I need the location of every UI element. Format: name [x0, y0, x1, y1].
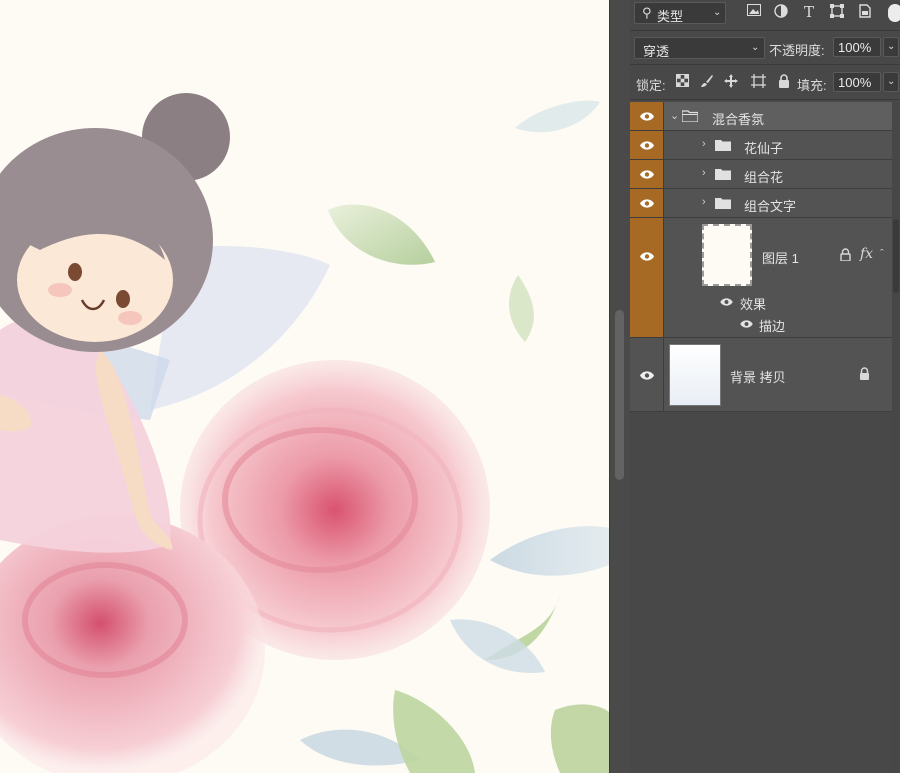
layer-filter-row: ⚲ 类型 ⌄ T: [630, 0, 900, 30]
visibility-toggle[interactable]: [630, 131, 664, 159]
blend-mode-select[interactable]: 穿透 ⌄: [634, 37, 765, 59]
layer-row-pixel[interactable]: 图层 1 fx ˆ 效果 描边: [630, 218, 892, 338]
effects-label: 效果: [740, 297, 767, 312]
lock-fill-row: 锁定: 填充: 100% ⌄: [630, 67, 900, 97]
artwork: [0, 93, 609, 773]
folder-icon: [715, 140, 731, 151]
eye-icon: [640, 371, 654, 380]
layers-scrollbar[interactable]: [892, 103, 900, 773]
eye-icon: [640, 112, 654, 121]
chevron-right-icon[interactable]: ›: [702, 138, 706, 150]
lock-icon: [859, 367, 870, 383]
divider: [630, 64, 900, 65]
search-icon: ⚲: [642, 5, 652, 20]
divider: [630, 99, 900, 100]
layer-thumbnail: [702, 224, 752, 286]
layer-row-group[interactable]: › 组合花: [630, 160, 892, 189]
layers-panel: ⚲ 类型 ⌄ T 穿透 ⌄ 不透明度: 100% ⌄ 锁定: 填充: 100% …: [630, 0, 900, 773]
fairy-eye: [116, 290, 130, 308]
leaf-shape: [393, 690, 475, 773]
chevron-up-icon[interactable]: ˆ: [880, 248, 884, 260]
layer-name: 组合文字: [744, 199, 797, 214]
chevron-down-icon: ⌄: [887, 41, 896, 52]
leaf-shape: [328, 204, 435, 265]
leaf-shape: [508, 275, 534, 342]
opacity-value: 100%: [838, 40, 872, 55]
partial-lock-icon: [840, 248, 851, 264]
canvas-vertical-scrollbar[interactable]: [609, 0, 630, 773]
adjustment-filter-icon[interactable]: [773, 4, 789, 20]
chevron-down-icon: ⌄: [751, 42, 760, 53]
layer-name: 花仙子: [744, 141, 784, 156]
smart-object-filter-icon[interactable]: [857, 4, 873, 20]
visibility-toggle[interactable]: [630, 218, 664, 337]
fairy-cheek: [118, 311, 142, 325]
blend-opacity-row: 穿透 ⌄ 不透明度: 100% ⌄: [630, 34, 900, 62]
lock-all-icon[interactable]: [776, 74, 792, 90]
fairy-eye: [68, 263, 82, 281]
blend-mode-value: 穿透: [643, 44, 670, 59]
fill-value: 100%: [838, 75, 872, 90]
folder-icon: [715, 198, 731, 209]
fill-dropdown-button[interactable]: ⌄: [883, 72, 899, 92]
lock-label: 锁定:: [636, 78, 666, 93]
visibility-toggle[interactable]: [630, 189, 664, 217]
eye-icon: [640, 170, 654, 179]
chevron-down-icon: ⌄: [713, 7, 722, 18]
eye-icon: [640, 141, 654, 150]
lock-position-icon[interactable]: [723, 74, 739, 90]
layer-name: 混合香氛: [712, 112, 765, 127]
image-filter-icon[interactable]: [746, 4, 762, 20]
leaf-shape: [490, 526, 609, 576]
filter-kind-label: 类型: [657, 9, 684, 24]
folder-icon: [715, 169, 731, 180]
visibility-toggle[interactable]: [630, 160, 664, 188]
leaf-shape: [450, 619, 545, 673]
visibility-toggle[interactable]: [630, 102, 664, 130]
chevron-down-icon[interactable]: ⌄: [670, 109, 679, 122]
fairy-cheek: [48, 283, 72, 297]
layer-name: 图层 1: [762, 251, 799, 266]
fx-effects-icon[interactable]: fx: [860, 246, 873, 262]
document-canvas[interactable]: [0, 0, 609, 773]
lock-artboard-icon[interactable]: [750, 74, 766, 90]
chevron-down-icon: ⌄: [887, 76, 896, 87]
effect-stroke-label: 描边: [759, 319, 786, 334]
folder-icon: [682, 110, 698, 122]
layer-row-group[interactable]: › 组合文字: [630, 189, 892, 218]
text-filter-icon[interactable]: T: [801, 4, 817, 20]
scrollbar-thumb[interactable]: [615, 310, 624, 480]
opacity-dropdown-button[interactable]: ⌄: [883, 37, 899, 57]
layer-name: 组合花: [744, 170, 784, 185]
chevron-right-icon[interactable]: ›: [702, 196, 706, 208]
scrollbar-thumb[interactable]: [893, 219, 899, 293]
eye-icon: [640, 199, 654, 208]
opacity-label: 不透明度:: [769, 43, 825, 58]
leaf-shape: [550, 704, 609, 773]
visibility-toggle[interactable]: [630, 338, 664, 411]
divider: [630, 30, 900, 31]
chevron-right-icon[interactable]: ›: [702, 167, 706, 179]
layer-row-pixel[interactable]: 背景 拷贝: [630, 338, 892, 412]
lock-transparent-pixels-icon[interactable]: [674, 74, 690, 90]
shape-filter-icon[interactable]: [829, 4, 845, 20]
filter-toggle-switch[interactable]: [888, 4, 900, 22]
eye-icon[interactable]: [720, 298, 733, 306]
lock-image-pixels-icon[interactable]: [699, 74, 715, 90]
layer-thumbnail: [669, 344, 721, 406]
eye-icon[interactable]: [740, 320, 753, 328]
fill-input[interactable]: 100%: [833, 72, 881, 92]
layer-name: 背景 拷贝: [730, 370, 786, 385]
layer-row-group[interactable]: ⌄ 混合香氛: [630, 102, 892, 131]
fill-label: 填充:: [797, 78, 827, 93]
opacity-input[interactable]: 100%: [833, 37, 881, 57]
eye-icon: [640, 252, 654, 261]
leaf-shape: [515, 100, 600, 133]
layer-row-group[interactable]: › 花仙子: [630, 131, 892, 160]
filter-kind-select[interactable]: ⚲ 类型 ⌄: [634, 2, 726, 24]
